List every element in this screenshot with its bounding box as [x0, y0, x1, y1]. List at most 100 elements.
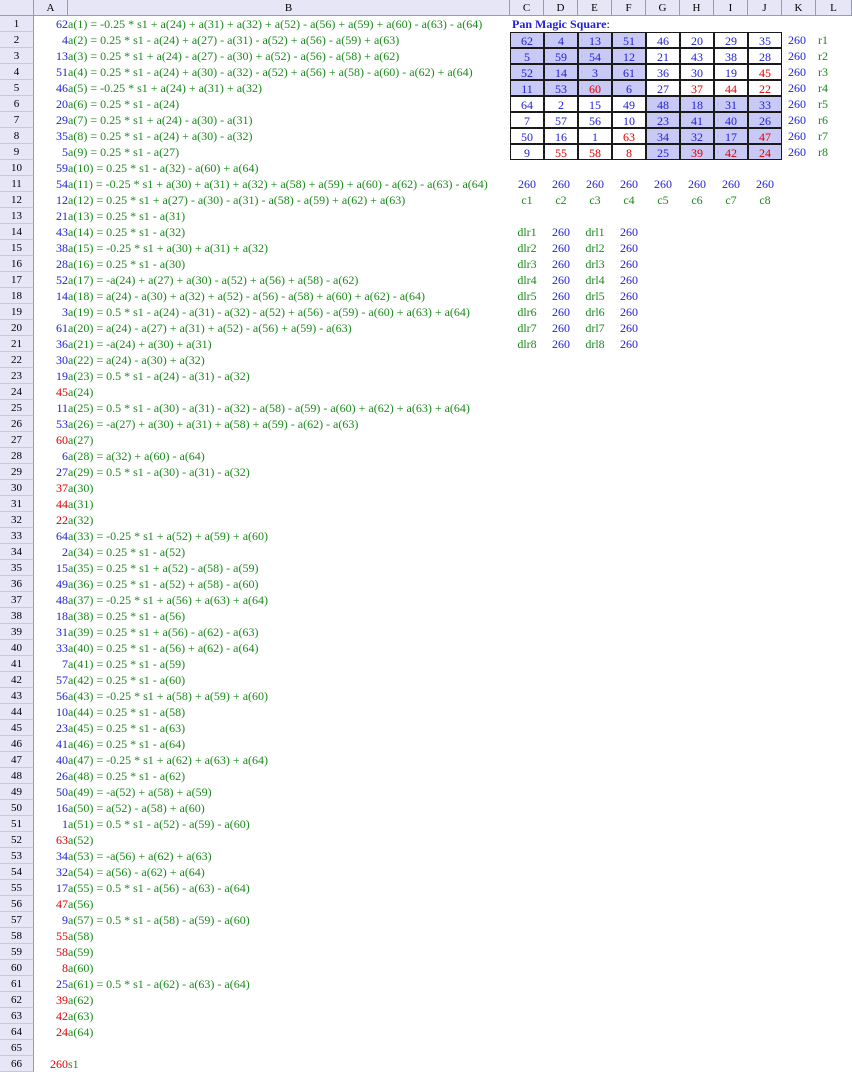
diagonal-label[interactable]: drl2 [578, 240, 612, 256]
cell-value[interactable]: 59 [34, 160, 68, 176]
cell-formula[interactable]: a(47) = -0.25 * s1 + a(62) + a(63) + a(6… [68, 752, 268, 768]
diagonal-sum[interactable]: 260 [612, 224, 646, 240]
cell-value[interactable]: 27 [34, 464, 68, 480]
magic-square-cell[interactable]: 33 [748, 96, 782, 112]
row-sum[interactable]: 260 [788, 96, 806, 112]
cell-formula[interactable]: a(62) [68, 992, 93, 1008]
cell-formula[interactable]: a(10) = 0.25 * s1 - a(32) - a(60) + a(64… [68, 160, 258, 176]
magic-square-cell[interactable]: 31 [714, 96, 748, 112]
row-sum[interactable]: 260 [788, 144, 806, 160]
row-header[interactable]: 20 [0, 320, 34, 336]
row-header[interactable]: 34 [0, 544, 34, 560]
magic-square-cell[interactable]: 21 [646, 48, 680, 64]
cell-formula[interactable]: a(31) [68, 496, 93, 512]
row-header[interactable]: 15 [0, 240, 34, 256]
column-sum-label[interactable]: c1 [510, 192, 544, 208]
cell-value[interactable]: 31 [34, 624, 68, 640]
cell-formula[interactable]: a(4) = 0.25 * s1 - a(24) + a(30) - a(32)… [68, 64, 473, 80]
cell-value[interactable]: 44 [34, 496, 68, 512]
row-header[interactable]: 59 [0, 944, 34, 960]
row-sum[interactable]: 260 [788, 112, 806, 128]
diagonal-sum[interactable]: 260 [612, 288, 646, 304]
cell-formula[interactable]: a(15) = -0.25 * s1 + a(30) + a(31) + a(3… [68, 240, 268, 256]
column-sum[interactable]: 260 [714, 176, 748, 192]
cell-value[interactable]: 38 [34, 240, 68, 256]
cell-value[interactable]: 21 [34, 208, 68, 224]
row-header[interactable]: 49 [0, 784, 34, 800]
diagonal-label[interactable]: drl3 [578, 256, 612, 272]
column-header-g[interactable]: G [646, 0, 680, 16]
cell-formula[interactable]: a(25) = 0.5 * s1 - a(30) - a(31) - a(32)… [68, 400, 470, 416]
column-sum-label[interactable]: c4 [612, 192, 646, 208]
magic-square-cell[interactable]: 5 [510, 48, 544, 64]
column-sum[interactable]: 260 [680, 176, 714, 192]
diagonal-label[interactable]: drl8 [578, 336, 612, 352]
row-header[interactable]: 56 [0, 896, 34, 912]
column-sum[interactable]: 260 [544, 176, 578, 192]
cell-formula[interactable]: a(21) = -a(24) + a(30) + a(31) [68, 336, 212, 352]
cell-formula[interactable]: a(43) = -0.25 * s1 + a(58) + a(59) + a(6… [68, 688, 268, 704]
column-header-a[interactable]: A [34, 0, 68, 16]
row-sum-label[interactable]: r3 [818, 64, 828, 80]
row-header[interactable]: 44 [0, 704, 34, 720]
magic-square-cell[interactable]: 30 [680, 64, 714, 80]
cell-value[interactable]: 51 [34, 64, 68, 80]
diagonal-sum[interactable]: 260 [612, 256, 646, 272]
magic-square-cell[interactable]: 20 [680, 32, 714, 48]
cell-value[interactable]: 10 [34, 704, 68, 720]
magic-square-cell[interactable]: 15 [578, 96, 612, 112]
magic-square-cell[interactable]: 46 [646, 32, 680, 48]
row-header[interactable]: 19 [0, 304, 34, 320]
magic-square-cell[interactable]: 44 [714, 80, 748, 96]
magic-square-cell[interactable]: 58 [578, 144, 612, 160]
diagonal-sum[interactable]: 260 [544, 304, 578, 320]
cell-value[interactable]: 8 [34, 960, 68, 976]
cell-formula[interactable]: a(26) = -a(27) + a(30) + a(31) + a(58) +… [68, 416, 358, 432]
row-header[interactable]: 55 [0, 880, 34, 896]
cell-formula[interactable]: s1 [68, 1056, 79, 1072]
row-header[interactable]: 28 [0, 448, 34, 464]
cell-formula[interactable]: a(9) = 0.25 * s1 - a(27) [68, 144, 179, 160]
row-header[interactable]: 45 [0, 720, 34, 736]
diagonal-sum[interactable]: 260 [544, 240, 578, 256]
cell-formula[interactable]: a(34) = 0.25 * s1 - a(52) [68, 544, 185, 560]
magic-square-cell[interactable]: 43 [680, 48, 714, 64]
row-header[interactable]: 7 [0, 112, 34, 128]
row-header[interactable]: 33 [0, 528, 34, 544]
diagonal-label[interactable]: dlr5 [510, 288, 544, 304]
diagonal-sum[interactable]: 260 [544, 272, 578, 288]
row-header[interactable]: 10 [0, 160, 34, 176]
cell-formula[interactable]: a(51) = 0.5 * s1 - a(52) - a(59) - a(60) [68, 816, 250, 832]
magic-square-cell[interactable]: 57 [544, 112, 578, 128]
cell-value[interactable]: 42 [34, 1008, 68, 1024]
row-header[interactable]: 37 [0, 592, 34, 608]
row-header[interactable]: 8 [0, 128, 34, 144]
diagonal-sum[interactable]: 260 [612, 336, 646, 352]
column-header-d[interactable]: D [544, 0, 578, 16]
magic-square-cell[interactable]: 11 [510, 80, 544, 96]
cell-formula[interactable]: a(29) = 0.5 * s1 - a(30) - a(31) - a(32) [68, 464, 250, 480]
cell-value[interactable]: 26 [34, 768, 68, 784]
row-header[interactable]: 63 [0, 1008, 34, 1024]
cell-formula[interactable]: a(53) = -a(56) + a(62) + a(63) [68, 848, 212, 864]
cell-value[interactable]: 61 [34, 320, 68, 336]
row-header[interactable]: 32 [0, 512, 34, 528]
row-header[interactable]: 2 [0, 32, 34, 48]
cell-formula[interactable]: a(37) = -0.25 * s1 + a(56) + a(63) + a(6… [68, 592, 268, 608]
cell-formula[interactable]: a(16) = 0.25 * s1 - a(30) [68, 256, 185, 272]
column-sum[interactable]: 260 [578, 176, 612, 192]
magic-square-cell[interactable]: 9 [510, 144, 544, 160]
diagonal-label[interactable]: dlr7 [510, 320, 544, 336]
cell-value[interactable]: 37 [34, 480, 68, 496]
cell-formula[interactable]: a(57) = 0.5 * s1 - a(58) - a(59) - a(60) [68, 912, 250, 928]
diagonal-label[interactable]: drl6 [578, 304, 612, 320]
row-header[interactable]: 11 [0, 176, 34, 192]
column-sum[interactable]: 260 [612, 176, 646, 192]
diagonal-sum[interactable]: 260 [612, 320, 646, 336]
row-header[interactable]: 18 [0, 288, 34, 304]
cell-formula[interactable]: a(28) = a(32) + a(60) - a(64) [68, 448, 205, 464]
diagonal-label[interactable]: dlr4 [510, 272, 544, 288]
row-sum[interactable]: 260 [788, 32, 806, 48]
column-sum[interactable]: 260 [748, 176, 782, 192]
cell-formula[interactable]: a(19) = 0.5 * s1 - a(24) - a(31) - a(32)… [68, 304, 470, 320]
